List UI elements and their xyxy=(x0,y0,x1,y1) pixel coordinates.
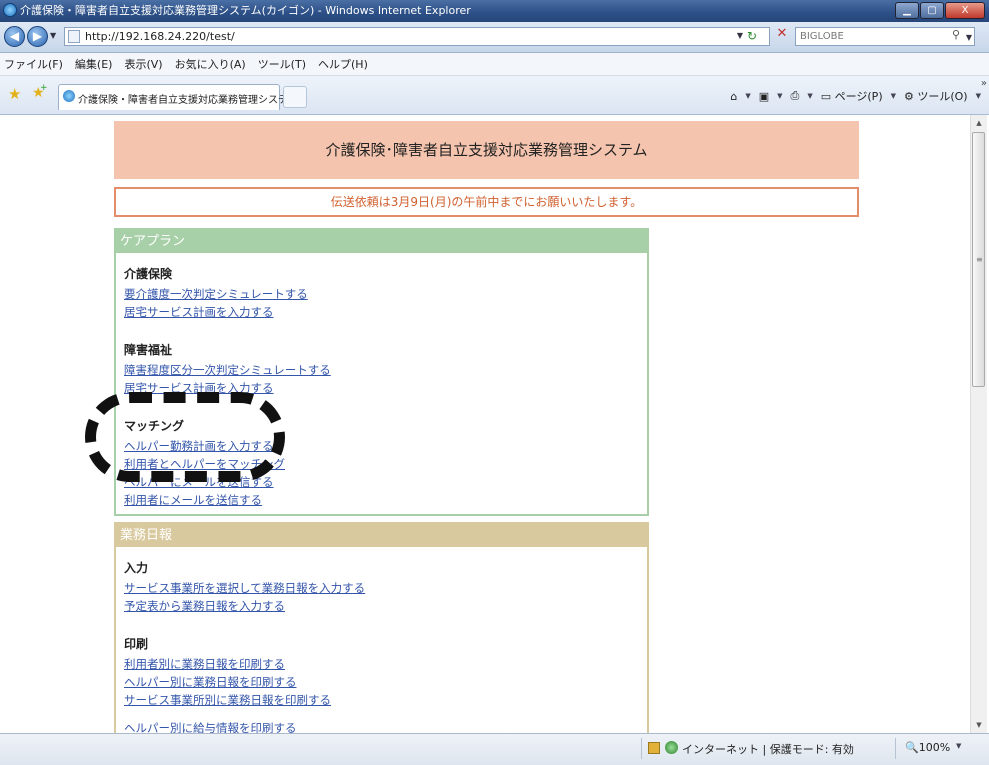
new-tab-button[interactable] xyxy=(283,86,307,108)
page-icon xyxy=(68,30,80,43)
page-menu-label: ページ(P) xyxy=(834,90,883,103)
gyomu-section-body: 入力 サービス事業所を選択して業務日報を入力する 予定表から業務日報を入力する … xyxy=(116,547,647,733)
stop-icon[interactable]: ✕ xyxy=(773,26,791,46)
security-zone-icon[interactable] xyxy=(648,742,660,754)
dotted-highlight-annotation xyxy=(85,392,285,482)
tab-current[interactable]: 介護保険・障害者自立支援対応業務管理システ... xyxy=(58,84,298,110)
zoom-dropdown-icon[interactable]: ▼ xyxy=(956,742,961,750)
status-divider xyxy=(641,738,642,759)
url-dropdown-icon[interactable]: ▼ xyxy=(737,31,743,40)
link-print-by-helper[interactable]: ヘルパー別に業務日報を印刷する xyxy=(124,673,639,691)
link-kaigo-service-plan[interactable]: 居宅サービス計画を入力する xyxy=(124,303,639,321)
back-button[interactable]: ◀ xyxy=(4,26,25,47)
tab-page-icon xyxy=(63,90,75,102)
status-bar: インターネット | 保護モード: 有効 🔍100% ▼ xyxy=(0,733,989,765)
menu-edit[interactable]: 編集(E) xyxy=(69,56,119,72)
link-print-salary[interactable]: ヘルパー別に給与情報を印刷する xyxy=(124,719,639,733)
gyomu-section-title: 業務日報 xyxy=(116,524,647,547)
print-dropdown-icon[interactable]: ▼ xyxy=(807,92,812,100)
vertical-scrollbar[interactable]: ▲ ≡ ▼ xyxy=(970,115,987,733)
home-icon[interactable]: ⌂ xyxy=(730,90,737,103)
url-text[interactable]: http://192.168.24.220/test/ xyxy=(85,30,235,43)
group-title-input: 入力 xyxy=(124,561,149,575)
url-field[interactable]: http://192.168.24.220/test/ ▼ ↻ xyxy=(64,27,770,46)
tools-dropdown-icon[interactable]: ▼ xyxy=(976,92,981,100)
link-print-by-office[interactable]: サービス事業所別に業務日報を印刷する xyxy=(124,691,639,709)
menu-tools[interactable]: ツール(T) xyxy=(252,56,312,72)
tools-menu[interactable]: ⚙ ツール(O) xyxy=(904,88,968,104)
group-title-kaigo: 介護保険 xyxy=(124,267,173,281)
favorites-center-icon[interactable]: ★ xyxy=(8,85,21,103)
search-icon[interactable]: ⚲ xyxy=(952,28,960,41)
menu-view[interactable]: 表示(V) xyxy=(118,56,168,72)
notice-banner: 伝送依頼は3月9日(月)の午前中までにお願いいたします。 xyxy=(114,187,859,217)
group-title-shogai: 障害福祉 xyxy=(124,343,173,357)
add-favorite-icon[interactable]: ★ + xyxy=(32,83,48,101)
search-dropdown-icon[interactable]: ▼ xyxy=(966,31,972,44)
page-title: 介護保険･障害者自立支援対応業務管理システム xyxy=(114,121,859,179)
tools-menu-label: ツール(O) xyxy=(917,90,968,103)
careplan-section-title: ケアプラン xyxy=(116,230,647,253)
page-dropdown-icon[interactable]: ▼ xyxy=(891,92,896,100)
command-bar: ⌂ ▼ ▣ ▼ ⎙ ▼ ▭ ページ(P) ▼ ⚙ ツール(O) ▼ xyxy=(730,88,981,104)
link-user-mail[interactable]: 利用者にメールを送信する xyxy=(124,491,639,509)
home-dropdown-icon[interactable]: ▼ xyxy=(745,92,750,100)
scroll-down-icon[interactable]: ▼ xyxy=(971,717,987,733)
zoom-value: 100% xyxy=(918,741,951,754)
scroll-up-icon[interactable]: ▲ xyxy=(971,115,987,131)
menu-help[interactable]: ヘルプ(H) xyxy=(312,56,374,72)
forward-button[interactable]: ▶ xyxy=(27,26,48,47)
page-viewport: 介護保険･障害者自立支援対応業務管理システム 伝送依頼は3月9日(月)の午前中ま… xyxy=(0,115,970,733)
zoom-level[interactable]: 🔍100% xyxy=(905,741,950,754)
more-chevron-icon[interactable]: » xyxy=(981,78,987,89)
link-print-by-user[interactable]: 利用者別に業務日報を印刷する xyxy=(124,655,639,673)
link-select-office-report[interactable]: サービス事業所を選択して業務日報を入力する xyxy=(124,579,639,597)
menu-bar: ファイル(F) 編集(E) 表示(V) お気に入り(A) ツール(T) ヘルプ(… xyxy=(0,53,989,76)
group-title-print: 印刷 xyxy=(124,637,149,651)
link-shogai-simulate[interactable]: 障害程度区分一次判定シミュレートする xyxy=(124,361,639,379)
search-input[interactable]: BIGLOBE ⚲ ▼ xyxy=(795,27,975,46)
menu-file[interactable]: ファイル(F) xyxy=(0,56,69,72)
menu-favorites[interactable]: お気に入り(A) xyxy=(169,56,252,72)
ie-logo-icon xyxy=(3,3,17,17)
link-kaigo-simulate[interactable]: 要介護度一次判定シミュレートする xyxy=(124,285,639,303)
security-zone-text[interactable]: インターネット | 保護モード: 有効 xyxy=(682,741,854,757)
print-icon[interactable]: ⎙ xyxy=(791,89,800,103)
scroll-grip-icon: ≡ xyxy=(976,255,983,264)
globe-icon xyxy=(665,741,678,754)
minimize-button[interactable]: ▁ xyxy=(895,2,919,19)
refresh-icon[interactable]: ↻ xyxy=(747,29,757,43)
feeds-icon[interactable]: ▣ xyxy=(759,90,769,103)
tab-title: 介護保険・障害者自立支援対応業務管理システ... xyxy=(78,95,298,106)
status-divider xyxy=(895,738,896,759)
search-placeholder: BIGLOBE xyxy=(800,31,844,42)
page-menu[interactable]: ▭ ページ(P) xyxy=(821,88,883,104)
window-title: 介護保険・障害者自立支援対応業務管理システム(カイゴン) - Windows I… xyxy=(20,4,471,17)
gyomu-section: 業務日報 入力 サービス事業所を選択して業務日報を入力する 予定表から業務日報を… xyxy=(114,522,649,733)
recent-pages-dropdown-icon[interactable]: ▼ xyxy=(50,31,56,40)
window-title-bar: 介護保険・障害者自立支援対応業務管理システム(カイゴン) - Windows I… xyxy=(0,0,989,22)
link-schedule-report[interactable]: 予定表から業務日報を入力する xyxy=(124,597,639,615)
close-button[interactable]: X xyxy=(945,2,985,19)
tab-bar: ★ ★ + 介護保険・障害者自立支援対応業務管理システ... ⌂ ▼ ▣ ▼ ⎙ ▼ ▭… xyxy=(0,76,989,115)
window-controls: ▁ ▢ X xyxy=(895,2,985,19)
address-bar: ◀ ▶ ▼ http://192.168.24.220/test/ ▼ ↻ ✕ … xyxy=(0,22,989,53)
scroll-thumb[interactable]: ≡ xyxy=(972,132,985,387)
feeds-dropdown-icon[interactable]: ▼ xyxy=(777,92,782,100)
maximize-button[interactable]: ▢ xyxy=(920,2,944,19)
